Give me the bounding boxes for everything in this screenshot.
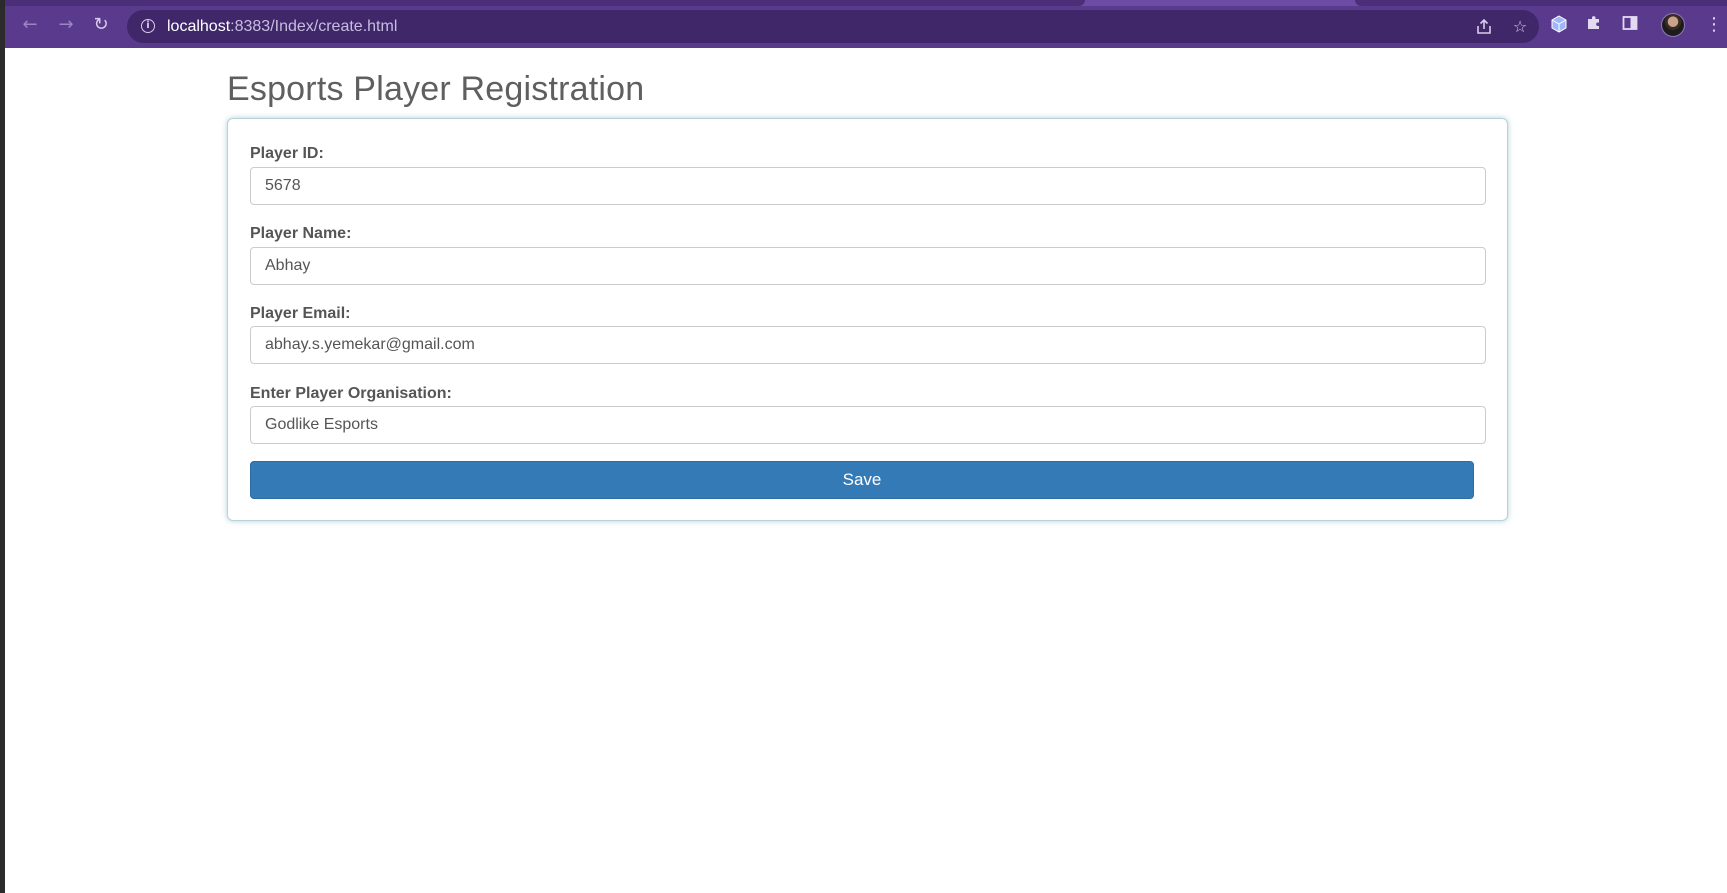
player-id-input[interactable] — [250, 167, 1486, 205]
window-edge — [0, 0, 5, 893]
player-name-input[interactable] — [250, 247, 1486, 285]
avatar[interactable] — [1661, 13, 1685, 37]
arrow-left-icon: ← — [22, 14, 38, 35]
url-path: :8383/Index/create.html — [230, 18, 398, 35]
star-icon[interactable]: ☆ — [1510, 18, 1530, 36]
side-panel-icon[interactable] — [1619, 14, 1641, 36]
registration-form: Player ID: Player Name: Player Email: En… — [227, 118, 1508, 521]
save-button[interactable]: Save — [250, 461, 1474, 499]
url-host: localhost — [167, 18, 231, 35]
reload-icon: ↻ — [93, 14, 109, 35]
forward-button[interactable]: → — [53, 12, 79, 38]
player-email-label: Player Email: — [250, 305, 351, 322]
share-icon[interactable] — [1474, 18, 1494, 36]
info-icon[interactable]: i — [141, 19, 155, 33]
tab-background[interactable] — [5, 0, 1085, 6]
kebab-menu-icon[interactable]: ⋮ — [1705, 14, 1723, 36]
address-bar[interactable]: i localhost:8383/Index/create.html ☆ — [127, 10, 1539, 43]
back-button[interactable]: ← — [17, 12, 43, 38]
browser-toolbar: ← → ↻ i localhost:8383/Index/create.html… — [5, 0, 1727, 48]
player-id-label: Player ID: — [250, 145, 324, 162]
player-organisation-label: Enter Player Organisation: — [250, 385, 452, 402]
reload-button[interactable]: ↻ — [88, 12, 114, 38]
tab-background[interactable] — [1355, 0, 1727, 6]
tab-strip — [5, 0, 1727, 6]
arrow-right-icon: → — [58, 14, 74, 35]
player-email-input[interactable] — [250, 326, 1486, 364]
player-name-label: Player Name: — [250, 225, 352, 242]
player-organisation-input[interactable] — [250, 406, 1486, 444]
puzzle-icon[interactable] — [1583, 14, 1605, 36]
url-text[interactable]: localhost:8383/Index/create.html — [167, 18, 397, 36]
page-title: Esports Player Registration — [227, 70, 645, 108]
screen: ← → ↻ i localhost:8383/Index/create.html… — [0, 0, 1727, 893]
cube-extension-icon[interactable] — [1548, 14, 1570, 36]
